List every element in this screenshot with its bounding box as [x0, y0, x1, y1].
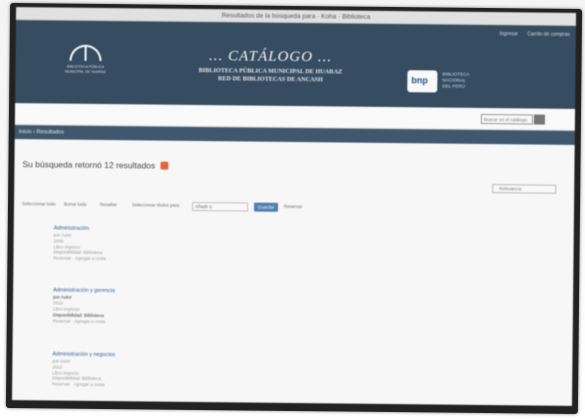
save-button[interactable]: Guardar: [253, 202, 279, 212]
highlight-link[interactable]: Resaltar: [100, 202, 117, 207]
result-actions[interactable]: Reservar · Agregar a cesta: [53, 256, 243, 264]
bnp-caption-line: DEL PERÚ: [442, 83, 466, 89]
list-item: Administración y gerencia por Autor 2010…: [53, 287, 243, 325]
logo-caption: BIBLIOTECA PÚBLICA MUNICIPAL DE HUARAZ: [64, 64, 106, 74]
site-banner: Ingresar Carrito de compras BIBLIOTECA P…: [15, 20, 576, 109]
sort-select[interactable]: Relevancia: [492, 184, 557, 194]
rss-icon[interactable]: [160, 161, 169, 170]
list-item: Administración por Autor 2008 Libro impr…: [53, 225, 243, 263]
result-actions[interactable]: Reservar · Agregar a cesta: [53, 318, 243, 326]
footer-bar: [11, 403, 572, 406]
place-hold-link[interactable]: Reservar: [284, 204, 302, 209]
search-input[interactable]: [480, 113, 533, 125]
results-heading: Su búsqueda retornó 12 resultados: [22, 159, 156, 171]
bnp-caption: BIBLIOTECA NACIONAL DEL PERÚ: [442, 72, 469, 90]
bnp-logo-text: bnp: [411, 75, 428, 86]
cart-link[interactable]: Carrito de compras: [527, 31, 570, 37]
select-titles-label: Seleccionar títulos para:: [132, 202, 181, 208]
catalog-title: ... CATÁLOGO ...: [209, 48, 333, 66]
monitor-frame: Resultados de la búsqueda para · Koha · …: [5, 3, 583, 414]
bnp-logo[interactable]: bnp: [407, 70, 438, 93]
select-all-link[interactable]: Seleccionar todo: [22, 201, 56, 206]
results-toolbar: Seleccionar todo Borrar todo Resaltar Se…: [22, 199, 567, 217]
result-actions[interactable]: Reservar · Agregar a cesta: [52, 382, 242, 390]
library-logo[interactable]: BIBLIOTECA PÚBLICA MUNICIPAL DE HUARAZ: [63, 44, 107, 83]
top-links: Ingresar Carrito de compras: [492, 31, 570, 38]
results-area: Su búsqueda retornó 12 resultados Releva…: [11, 139, 575, 406]
book-spine: [84, 46, 87, 61]
clear-all-link[interactable]: Borrar todo: [64, 202, 87, 207]
add-to-select[interactable]: Añadir a: [191, 201, 249, 212]
browser-screen: Resultados de la búsqueda para · Koha · …: [11, 7, 577, 406]
photo-background: Resultados de la búsqueda para · Koha · …: [0, 0, 585, 419]
search-button[interactable]: [533, 114, 545, 125]
login-link[interactable]: Ingresar: [500, 31, 518, 37]
list-item: Administración y negocios por Autor 2012…: [52, 351, 242, 389]
